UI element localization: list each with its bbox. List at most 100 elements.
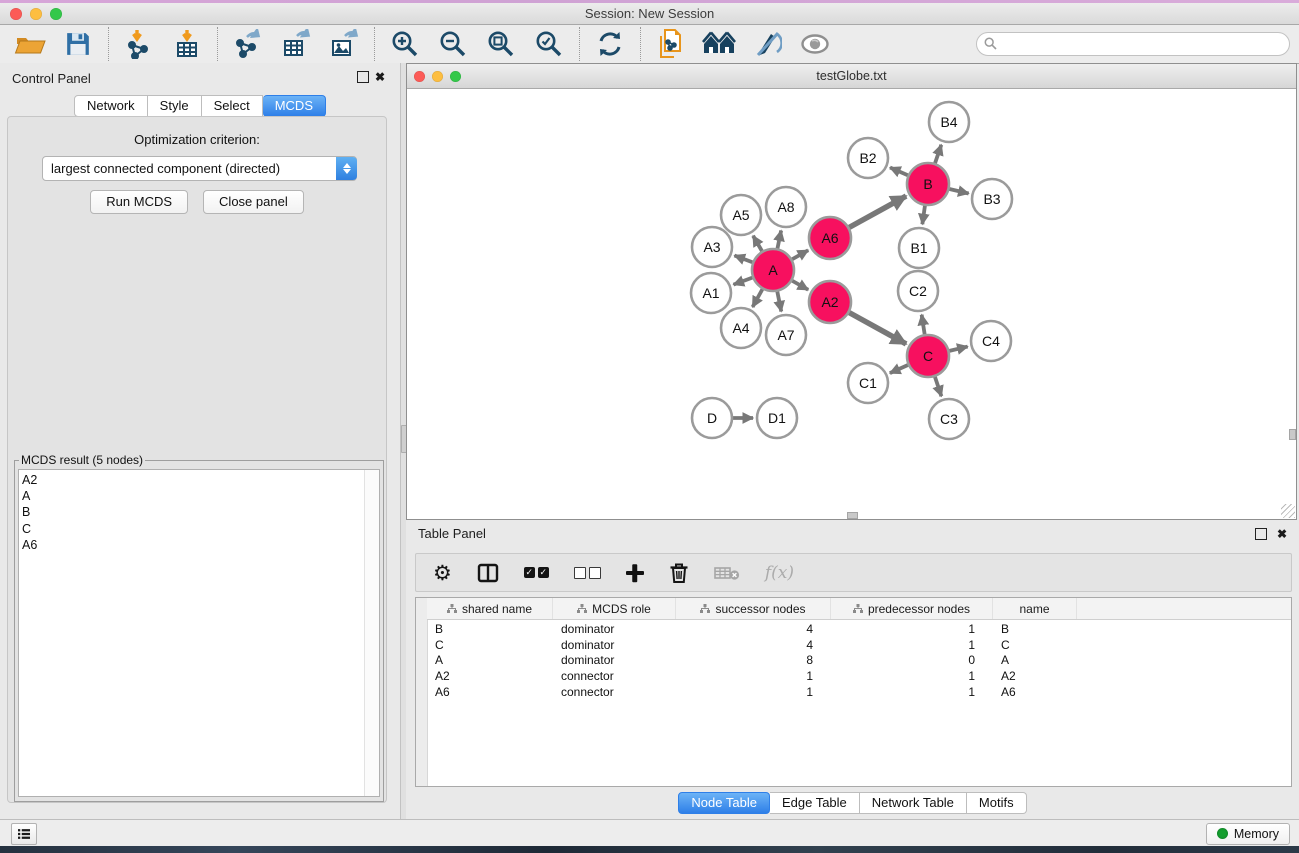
network-hscroll-thumb[interactable] — [847, 512, 858, 519]
cell-successor-nodes[interactable]: 8 — [676, 653, 831, 667]
graph-node-A5[interactable]: A5 — [721, 195, 761, 235]
graph-node-D1[interactable]: D1 — [757, 398, 797, 438]
close-panel-button[interactable]: ✖ — [375, 71, 385, 83]
cell-MCDS-role[interactable]: dominator — [553, 622, 676, 636]
tab-mcds[interactable]: MCDS — [263, 95, 326, 117]
cell-name[interactable]: A2 — [993, 669, 1077, 683]
graph-edge-C-C3[interactable] — [935, 377, 941, 396]
column-header-MCDS-role[interactable]: MCDS role — [553, 598, 676, 619]
graph-node-B2[interactable]: B2 — [848, 138, 888, 178]
cell-name[interactable]: C — [993, 638, 1077, 652]
cell-shared-name[interactable]: C — [427, 638, 553, 652]
graph-node-A4[interactable]: A4 — [721, 308, 761, 348]
cell-shared-name[interactable]: A6 — [427, 685, 553, 699]
mcds-list-scrollbar[interactable] — [364, 470, 379, 796]
graph-edge-A6-B[interactable] — [849, 196, 906, 227]
network-vscroll-thumb[interactable] — [1289, 429, 1296, 440]
graph-node-C3[interactable]: C3 — [929, 399, 969, 439]
column-header-successor-nodes[interactable]: successor nodes — [676, 598, 831, 619]
cell-successor-nodes[interactable]: 1 — [676, 685, 831, 699]
delete-columns-button[interactable] — [669, 558, 689, 588]
criterion-select[interactable]: largest connected component (directed) — [42, 156, 357, 181]
cell-successor-nodes[interactable]: 4 — [676, 638, 831, 652]
zoom-in-button[interactable] — [388, 28, 422, 60]
graph-edge-C-C1[interactable] — [890, 365, 908, 373]
node-table[interactable]: shared nameMCDS rolesuccessor nodesprede… — [415, 597, 1292, 787]
graph-edge-A-A3[interactable] — [734, 255, 752, 262]
table-tab-network-table[interactable]: Network Table — [860, 792, 967, 814]
float-panel-button[interactable] — [357, 71, 369, 85]
table-row[interactable]: A2connector11A2 — [427, 668, 1291, 684]
hide-labels-button[interactable] — [750, 28, 784, 60]
close-panel-button[interactable]: Close panel — [203, 190, 304, 214]
mcds-result-list[interactable]: A2ABCA6 — [19, 470, 365, 796]
graph-node-A7[interactable]: A7 — [766, 315, 806, 355]
column-settings-button[interactable]: ⚙ — [433, 558, 452, 588]
cell-predecessor-nodes[interactable]: 1 — [831, 622, 993, 636]
cell-predecessor-nodes[interactable]: 1 — [831, 638, 993, 652]
export-network-button[interactable] — [231, 28, 265, 60]
graph-edge-A-A1[interactable] — [734, 278, 753, 285]
graph-node-C4[interactable]: C4 — [971, 321, 1011, 361]
graph-node-A[interactable]: A — [752, 249, 794, 291]
column-header-name[interactable]: name — [993, 598, 1077, 619]
deselect-all-columns-button[interactable] — [574, 558, 601, 588]
duplicate-network-button[interactable] — [654, 28, 688, 60]
graph-node-A2[interactable]: A2 — [809, 281, 851, 323]
tab-select[interactable]: Select — [202, 95, 263, 117]
function-builder-button[interactable]: f(x) — [765, 558, 794, 588]
zoom-out-button[interactable] — [436, 28, 470, 60]
table-tab-motifs[interactable]: Motifs — [967, 792, 1027, 814]
create-column-button[interactable] — [626, 558, 644, 588]
search-input[interactable] — [976, 32, 1290, 56]
table-tab-node-table[interactable]: Node Table — [678, 792, 770, 814]
graph-node-A3[interactable]: A3 — [692, 227, 732, 267]
graph-node-B1[interactable]: B1 — [899, 228, 939, 268]
graph-edge-A-A7[interactable] — [777, 292, 781, 312]
graph-edge-A-A4[interactable] — [753, 289, 763, 307]
import-network-button[interactable] — [122, 28, 156, 60]
table-row[interactable]: Adominator80A — [427, 653, 1291, 669]
graph-node-B[interactable]: B — [907, 163, 949, 205]
select-all-columns-button[interactable]: ✓✓ — [524, 558, 549, 588]
graph-edge-B-B3[interactable] — [949, 189, 968, 194]
cell-successor-nodes[interactable]: 4 — [676, 622, 831, 636]
tab-style[interactable]: Style — [148, 95, 202, 117]
select-stepper[interactable] — [336, 157, 357, 180]
mcds-result-item[interactable]: A2 — [22, 472, 365, 488]
table-row[interactable]: A6connector11A6 — [427, 684, 1291, 700]
open-session-button[interactable] — [13, 28, 47, 60]
cell-MCDS-role[interactable]: dominator — [553, 638, 676, 652]
graph-edge-B-B1[interactable] — [922, 206, 925, 224]
export-image-button[interactable] — [327, 28, 361, 60]
cell-name[interactable]: B — [993, 622, 1077, 636]
table-row[interactable]: Bdominator41B — [427, 621, 1291, 637]
cell-MCDS-role[interactable]: connector — [553, 669, 676, 683]
zoom-selected-button[interactable] — [532, 28, 566, 60]
graph-edge-B-B4[interactable] — [935, 145, 941, 163]
graph-edge-A-A8[interactable] — [777, 231, 781, 249]
cell-MCDS-role[interactable]: dominator — [553, 653, 676, 667]
graph-node-C1[interactable]: C1 — [848, 363, 888, 403]
import-table-button[interactable] — [170, 28, 204, 60]
network-graph[interactable]: B4B2BB3A5A8A6B1A3AC2A1A2A4A7C4CC1DD1C3 — [407, 89, 1296, 519]
cell-predecessor-nodes[interactable]: 1 — [831, 685, 993, 699]
table-tab-edge-table[interactable]: Edge Table — [770, 792, 860, 814]
cell-successor-nodes[interactable]: 1 — [676, 669, 831, 683]
mcds-result-item[interactable]: C — [22, 521, 365, 537]
home-view-button[interactable] — [702, 28, 736, 60]
show-graphics-details-button[interactable] — [798, 28, 832, 60]
mcds-result-item[interactable]: A — [22, 488, 365, 504]
graph-node-C2[interactable]: C2 — [898, 271, 938, 311]
cell-shared-name[interactable]: A — [427, 653, 553, 667]
graph-edge-A-A5[interactable] — [753, 236, 762, 251]
tab-network[interactable]: Network — [74, 95, 148, 117]
column-header-predecessor-nodes[interactable]: predecessor nodes — [831, 598, 993, 619]
cell-predecessor-nodes[interactable]: 0 — [831, 653, 993, 667]
float-table-panel-button[interactable] — [1255, 528, 1267, 542]
save-session-button[interactable] — [61, 28, 95, 60]
cell-MCDS-role[interactable]: connector — [553, 685, 676, 699]
graph-edge-A-A2[interactable] — [792, 281, 808, 290]
show-column-panel-button[interactable] — [477, 558, 499, 588]
graph-node-B3[interactable]: B3 — [972, 179, 1012, 219]
